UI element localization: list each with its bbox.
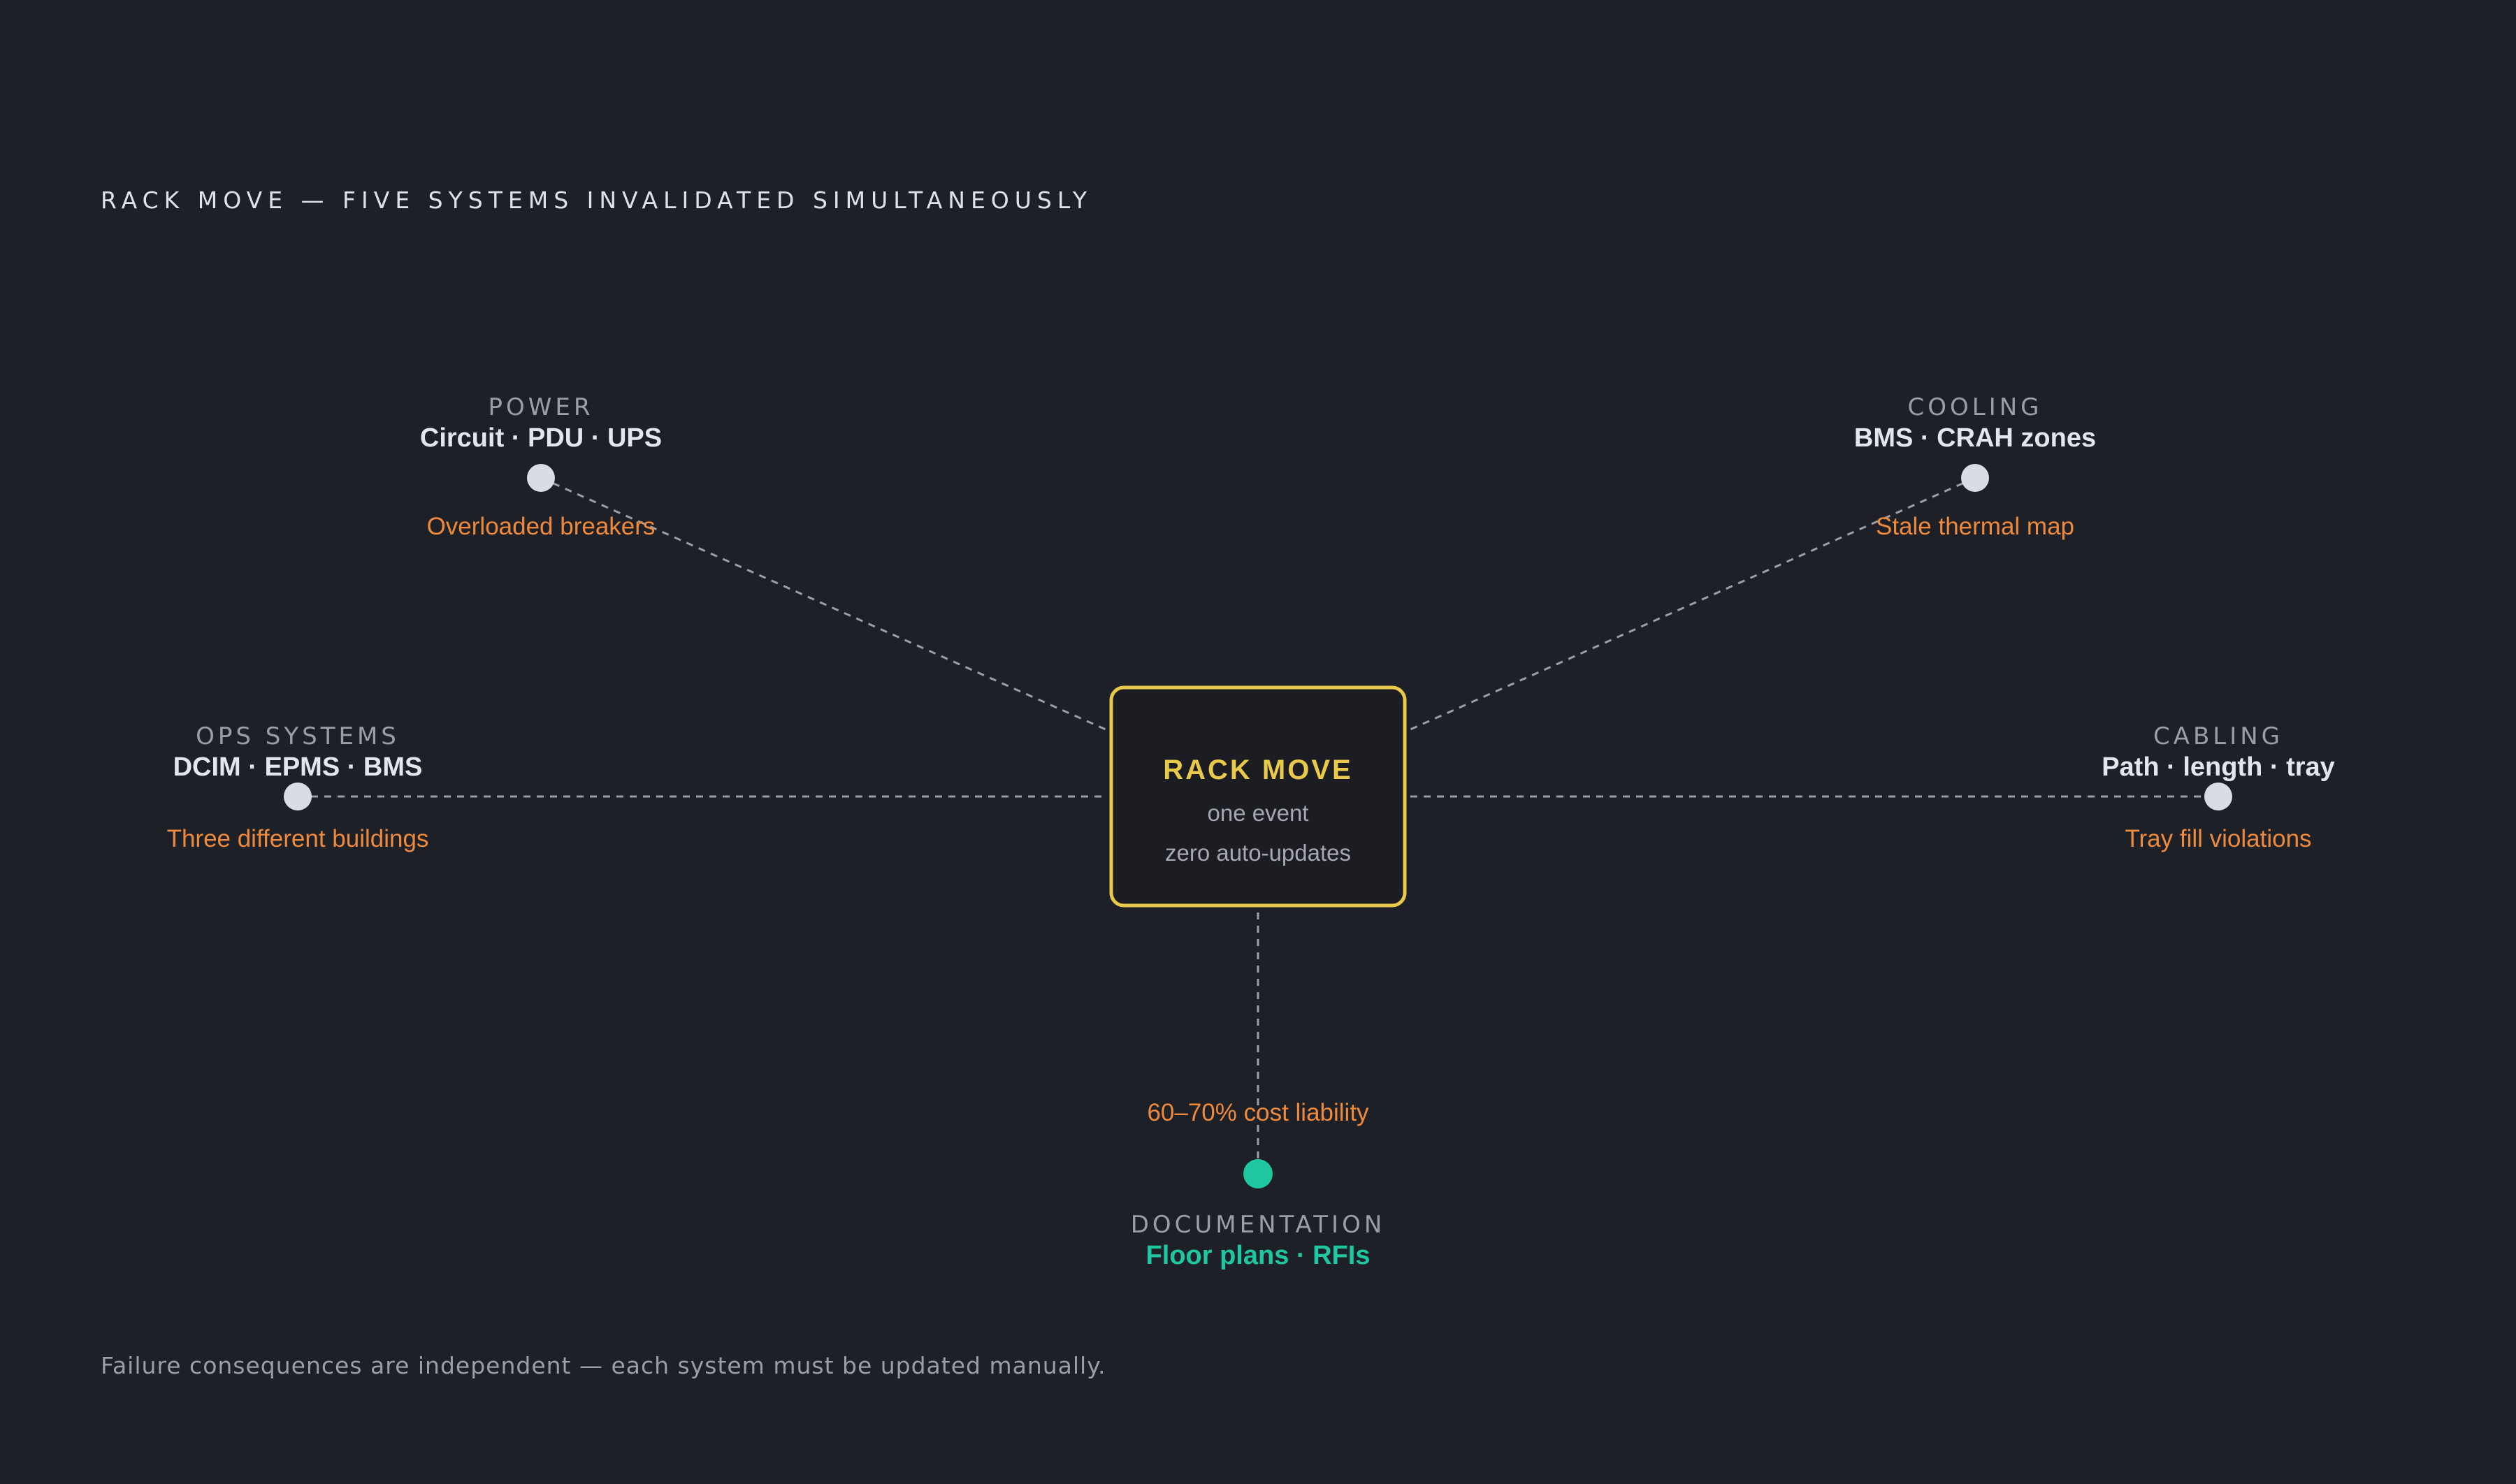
center-line-2: zero auto-updates — [1165, 840, 1351, 866]
node-power: POWER Circuit · PDU · UPS Overloaded bre… — [420, 393, 662, 540]
node-documentation: 60–70% cost liability DOCUMENTATION Floo… — [1131, 1099, 1386, 1270]
node-ops-systems: OPS SYSTEMS DCIM · EPMS · BMS Three diff… — [167, 722, 429, 852]
node-documentation-failure: 60–70% cost liability — [1147, 1099, 1369, 1126]
center-line-1: one event — [1208, 800, 1309, 826]
node-cooling: COOLING BMS · CRAH zones Stale thermal m… — [1854, 393, 2096, 540]
node-cabling-category: CABLING — [2153, 722, 2283, 750]
node-ops-systems-list: DCIM · EPMS · BMS — [173, 752, 423, 782]
diagram-canvas: RACK MOVE — FIVE SYSTEMS INVALIDATED SIM… — [101, 187, 2335, 1379]
node-cabling-failure: Tray fill violations — [2125, 825, 2311, 852]
node-documentation-systems: Floor plans · RFIs — [1146, 1241, 1371, 1270]
node-cabling-dot — [2204, 783, 2232, 810]
node-cabling: CABLING Path · length · tray Tray fill v… — [2102, 722, 2335, 852]
diagram-title: RACK MOVE — FIVE SYSTEMS INVALIDATED SIM… — [101, 187, 1092, 214]
node-cooling-category: COOLING — [1907, 393, 2042, 421]
node-ops-dot — [284, 783, 312, 810]
center-title: RACK MOVE — [1163, 755, 1352, 785]
node-cooling-dot — [1961, 464, 1989, 492]
node-ops-category: OPS SYSTEMS — [196, 722, 400, 750]
node-cabling-systems: Path · length · tray — [2102, 752, 2335, 782]
node-power-dot — [527, 464, 555, 492]
footnote: Failure consequences are independent — e… — [101, 1352, 1106, 1379]
node-documentation-dot — [1243, 1159, 1273, 1188]
node-cooling-failure: Stale thermal map — [1876, 513, 2074, 540]
node-cooling-systems: BMS · CRAH zones — [1854, 423, 2096, 453]
node-ops-failure: Three different buildings — [167, 825, 429, 852]
node-power-failure: Overloaded breakers — [427, 513, 656, 540]
center-node: RACK MOVE one event zero auto-updates — [1109, 685, 1407, 908]
node-power-systems: Circuit · PDU · UPS — [420, 423, 662, 453]
node-power-category: POWER — [489, 393, 594, 421]
center-box — [1109, 685, 1407, 908]
node-documentation-category: DOCUMENTATION — [1131, 1211, 1386, 1239]
